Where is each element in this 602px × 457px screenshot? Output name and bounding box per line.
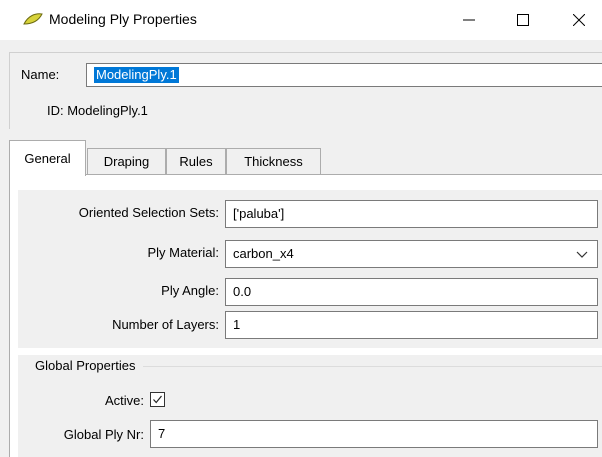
tab-general[interactable]: General <box>9 140 86 176</box>
name-label: Name: <box>21 67 60 82</box>
oriented-selection-sets-field[interactable]: ['paluba'] <box>225 200 598 228</box>
number-of-layers-value: 1 <box>233 317 241 332</box>
ply-angle-value: 0.0 <box>233 284 252 299</box>
ply-material-label: Ply Material: <box>147 245 219 260</box>
ply-angle-field[interactable]: 0.0 <box>225 278 598 306</box>
minimize-button[interactable] <box>446 0 492 40</box>
minimize-icon <box>463 19 475 21</box>
oriented-selection-sets-label: Oriented Selection Sets: <box>78 205 219 220</box>
number-of-layers-field[interactable]: 1 <box>225 311 598 339</box>
global-ply-nr-value: 7 <box>158 426 166 441</box>
tab-thickness-label: Thickness <box>244 154 303 169</box>
checkmark-icon <box>153 395 162 404</box>
maximize-button[interactable] <box>500 0 546 40</box>
maximize-icon <box>517 14 529 26</box>
tab-general-label: General <box>24 151 71 166</box>
global-ply-nr-label: Global Ply Nr: <box>63 427 144 442</box>
tab-draping[interactable]: Draping <box>87 148 166 174</box>
chevron-down-icon <box>576 251 588 258</box>
name-input[interactable]: ModelingPly.1 <box>86 63 602 87</box>
group-divider <box>143 366 602 367</box>
oriented-selection-sets-value: ['paluba'] <box>233 206 285 221</box>
ply-angle-label: Ply Angle: <box>161 283 219 298</box>
tab-thickness[interactable]: Thickness <box>226 148 321 174</box>
number-of-layers-label: Number of Layers: <box>112 317 219 332</box>
ply-material-value: carbon_x4 <box>233 246 294 261</box>
active-label: Active: <box>104 393 144 408</box>
global-ply-nr-field[interactable]: 7 <box>150 420 598 448</box>
id-label: ID: ModelingPly.1 <box>47 103 148 118</box>
tab-draping-label: Draping <box>103 154 150 169</box>
tab-rules[interactable]: Rules <box>166 148 226 174</box>
close-icon <box>573 14 585 26</box>
global-properties-title: Global Properties <box>35 358 136 373</box>
name-input-value: ModelingPly.1 <box>94 67 179 83</box>
tab-rules-label: Rules <box>179 154 213 169</box>
close-button[interactable] <box>556 0 602 40</box>
window-title: Modeling Ply Properties <box>49 11 197 27</box>
leaf-icon <box>23 13 43 25</box>
ply-material-select[interactable]: carbon_x4 <box>225 240 598 268</box>
active-checkbox[interactable] <box>150 392 165 407</box>
